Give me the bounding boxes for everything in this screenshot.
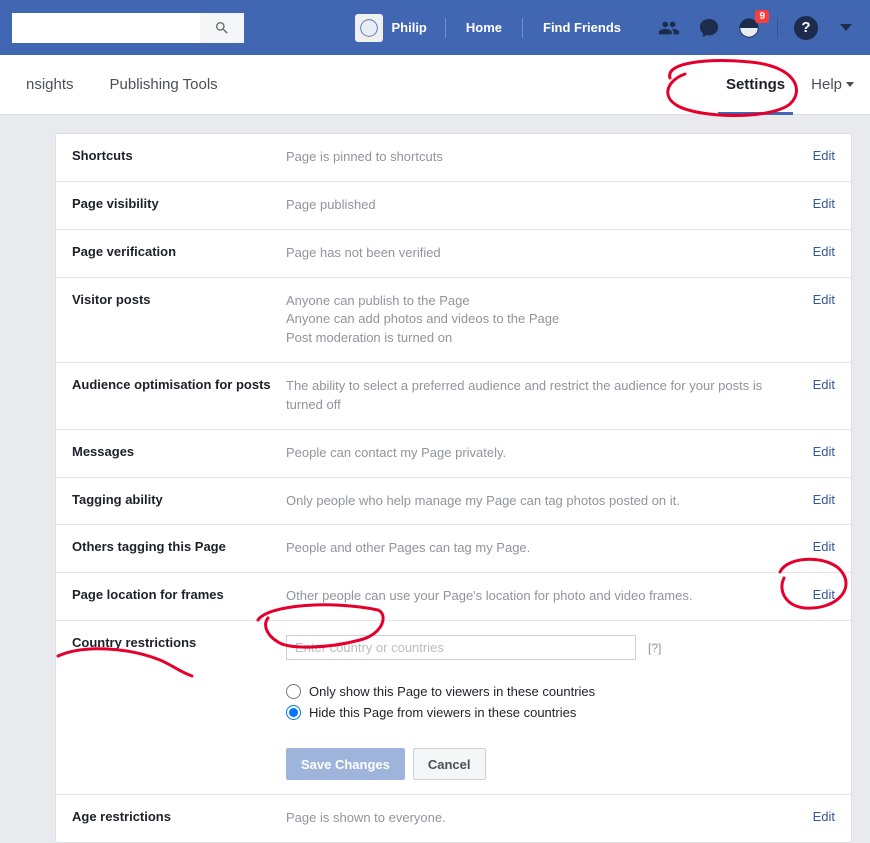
page-tab-bar: nsights Publishing Tools Settings Help	[0, 55, 870, 115]
search-icon	[214, 20, 230, 36]
row-label: Tagging ability	[72, 492, 272, 507]
row-label: Messages	[72, 444, 272, 459]
row-label: Page visibility	[72, 196, 272, 211]
row-label: Visitor posts	[72, 292, 272, 307]
search-input[interactable]	[12, 13, 200, 43]
row-messages: Messages People can contact my Page priv…	[56, 430, 851, 478]
help-label: Help	[811, 76, 842, 93]
row-value: Page is shown to everyone.	[286, 809, 799, 828]
profile-link[interactable]: Philip	[347, 14, 434, 42]
friend-requests-icon[interactable]	[657, 16, 681, 40]
row-audience-optimisation: Audience optimisation for posts The abil…	[56, 363, 851, 430]
row-value: The ability to select a preferred audien…	[286, 377, 799, 415]
row-value: People and other Pages can tag my Page.	[286, 539, 799, 558]
divider	[445, 18, 446, 38]
value-line: Anyone can add photos and videos to the …	[286, 310, 799, 329]
value-line: Post moderation is turned on	[286, 329, 799, 348]
edit-link[interactable]: Edit	[813, 148, 835, 163]
row-value: Anyone can publish to the Page Anyone ca…	[286, 292, 799, 349]
edit-link[interactable]: Edit	[813, 196, 835, 211]
divider	[522, 18, 523, 38]
edit-link[interactable]: Edit	[813, 292, 835, 307]
row-page-visibility: Page visibility Page published Edit	[56, 182, 851, 230]
row-visitor-posts: Visitor posts Anyone can publish to the …	[56, 278, 851, 364]
avatar	[355, 14, 383, 42]
account-dropdown-icon[interactable]	[834, 16, 858, 40]
tab-settings[interactable]: Settings	[708, 55, 803, 115]
home-link[interactable]: Home	[456, 14, 512, 41]
row-age-restrictions: Age restrictions Page is shown to everyo…	[56, 795, 851, 842]
chevron-down-icon	[846, 82, 854, 87]
row-value: Other people can use your Page's locatio…	[286, 587, 799, 606]
profile-name: Philip	[391, 20, 426, 35]
visibility-radio-group: Only show this Page to viewers in these …	[286, 684, 835, 720]
settings-panel: Shortcuts Page is pinned to shortcuts Ed…	[55, 133, 852, 843]
help-hint[interactable]: [?]	[648, 641, 661, 655]
edit-link[interactable]: Edit	[813, 587, 835, 602]
notifications-icon[interactable]: 9	[737, 16, 761, 40]
row-tagging-ability: Tagging ability Only people who help man…	[56, 478, 851, 526]
divider	[777, 18, 778, 38]
row-value: Page has not been verified	[286, 244, 799, 263]
row-others-tagging: Others tagging this Page People and othe…	[56, 525, 851, 573]
row-value: Page published	[286, 196, 799, 215]
row-label: Country restrictions	[72, 635, 272, 650]
row-value: Page is pinned to shortcuts	[286, 148, 799, 167]
search-button[interactable]	[200, 13, 244, 43]
row-country-restrictions: Country restrictions [?] Only show this …	[56, 621, 851, 795]
row-page-verification: Page verification Page has not been veri…	[56, 230, 851, 278]
row-label: Audience optimisation for posts	[72, 377, 272, 392]
radio-label: Only show this Page to viewers in these …	[309, 684, 595, 699]
topbar-icon-group: 9 ?	[657, 16, 858, 40]
edit-link[interactable]: Edit	[813, 492, 835, 507]
radio-hide[interactable]: Hide this Page from viewers in these cou…	[286, 705, 835, 720]
row-label: Page location for frames	[72, 587, 272, 602]
help-dropdown[interactable]: Help	[803, 55, 862, 115]
radio-label: Hide this Page from viewers in these cou…	[309, 705, 576, 720]
radio-input[interactable]	[286, 684, 301, 699]
radio-input[interactable]	[286, 705, 301, 720]
country-input[interactable]	[286, 635, 636, 660]
row-label: Page verification	[72, 244, 272, 259]
save-changes-button[interactable]: Save Changes	[286, 748, 405, 780]
tab-insights[interactable]: nsights	[8, 55, 92, 115]
row-page-location-frames: Page location for frames Other people ca…	[56, 573, 851, 621]
row-label: Age restrictions	[72, 809, 272, 824]
radio-only-show[interactable]: Only show this Page to viewers in these …	[286, 684, 835, 699]
edit-link[interactable]: Edit	[813, 809, 835, 824]
row-label: Others tagging this Page	[72, 539, 272, 554]
quick-help-icon[interactable]: ?	[794, 16, 818, 40]
row-label: Shortcuts	[72, 148, 272, 163]
top-navigation: Philip Home Find Friends 9 ?	[0, 0, 870, 55]
edit-link[interactable]: Edit	[813, 244, 835, 259]
edit-link[interactable]: Edit	[813, 539, 835, 554]
value-line: Anyone can publish to the Page	[286, 292, 799, 311]
edit-link[interactable]: Edit	[813, 377, 835, 392]
tab-publishing-tools[interactable]: Publishing Tools	[92, 55, 236, 115]
search-box	[12, 13, 244, 43]
row-shortcuts: Shortcuts Page is pinned to shortcuts Ed…	[56, 134, 851, 182]
cancel-button[interactable]: Cancel	[413, 748, 486, 780]
row-value: Only people who help manage my Page can …	[286, 492, 799, 511]
row-value: People can contact my Page privately.	[286, 444, 799, 463]
notification-badge: 9	[755, 10, 769, 23]
edit-link[interactable]: Edit	[813, 444, 835, 459]
messages-icon[interactable]	[697, 16, 721, 40]
find-friends-link[interactable]: Find Friends	[533, 14, 631, 41]
